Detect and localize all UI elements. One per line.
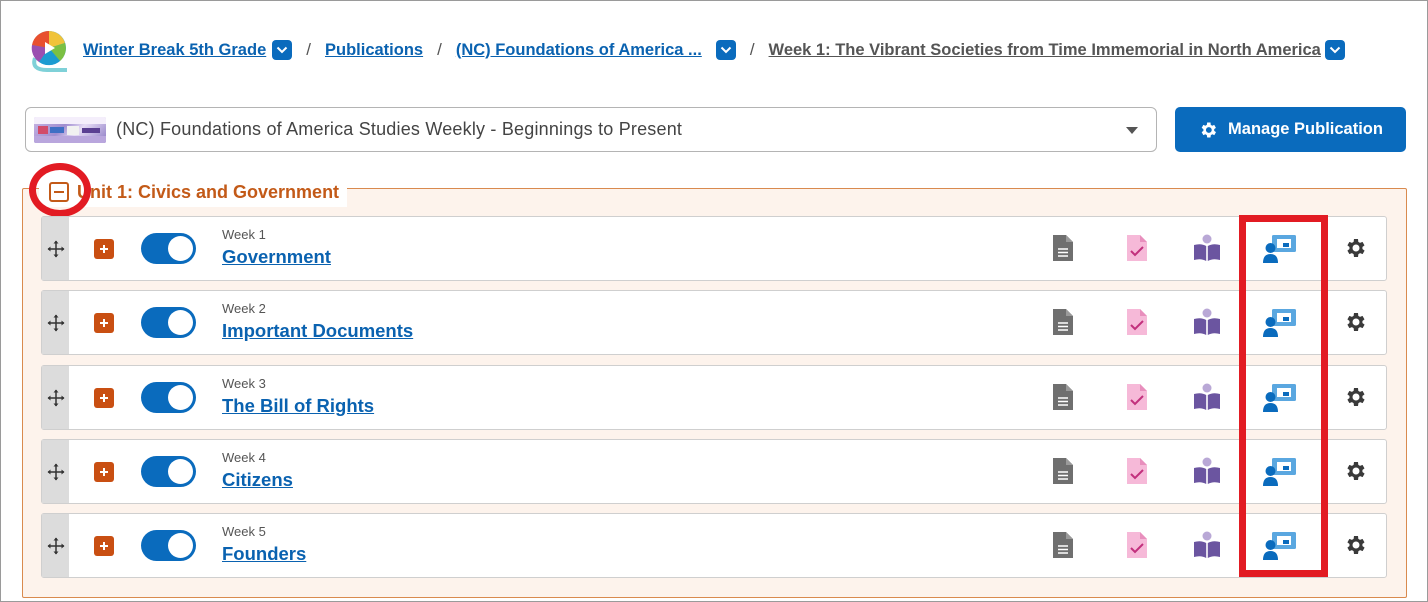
- chevron-down-icon: [1329, 46, 1341, 54]
- breadcrumb-separator: /: [437, 40, 442, 59]
- week-title-link[interactable]: The Bill of Rights: [222, 395, 374, 417]
- expand-week-button[interactable]: [94, 536, 114, 556]
- gear-icon[interactable]: [1343, 236, 1367, 265]
- week-dropdown-button[interactable]: [1324, 40, 1345, 60]
- week-row: Week 1 Government: [41, 216, 1387, 281]
- move-arrows-icon: [47, 240, 64, 257]
- move-arrows-icon: [47, 389, 64, 406]
- assessment-check-icon[interactable]: [1125, 307, 1149, 342]
- week-title-link[interactable]: Founders: [222, 543, 306, 565]
- drag-handle[interactable]: [42, 440, 69, 503]
- week-visibility-toggle[interactable]: [141, 530, 196, 561]
- assessment-check-icon[interactable]: [1125, 530, 1149, 565]
- document-icon[interactable]: [1051, 456, 1075, 491]
- week-number: Week 4: [222, 450, 266, 465]
- plus-icon: [100, 319, 108, 327]
- plus-icon: [100, 468, 108, 476]
- week-visibility-toggle[interactable]: [141, 233, 196, 264]
- publication-thumbnail: [34, 116, 106, 143]
- week-title-link[interactable]: Government: [222, 246, 331, 268]
- week-row: Week 4 Citizens: [41, 439, 1387, 504]
- drag-handle[interactable]: [42, 217, 69, 280]
- drag-handle[interactable]: [42, 514, 69, 577]
- reader-book-icon[interactable]: [1192, 382, 1222, 417]
- assessment-check-icon[interactable]: [1125, 456, 1149, 491]
- minus-icon: [54, 191, 64, 193]
- week-title-link[interactable]: Important Documents: [222, 320, 413, 342]
- breadcrumb-publication-link[interactable]: (NC) Foundations of America ...: [456, 41, 702, 60]
- expand-week-button[interactable]: [94, 462, 114, 482]
- week-visibility-toggle[interactable]: [141, 456, 196, 487]
- teacher-presentation-icon[interactable]: [1262, 529, 1298, 568]
- week-number: Week 2: [222, 301, 266, 316]
- publication-select[interactable]: (NC) Foundations of America Studies Week…: [25, 107, 1157, 152]
- teacher-presentation-icon[interactable]: [1262, 381, 1298, 420]
- manage-publication-label: Manage Publication: [1228, 120, 1383, 138]
- drag-handle[interactable]: [42, 291, 69, 354]
- breadcrumb-separator: /: [306, 40, 311, 59]
- assessment-check-icon[interactable]: [1125, 233, 1149, 268]
- week-row: Week 2 Important Documents: [41, 290, 1387, 355]
- chevron-down-icon: [720, 46, 732, 54]
- expand-week-button[interactable]: [94, 388, 114, 408]
- teacher-presentation-icon[interactable]: [1262, 232, 1298, 271]
- document-icon[interactable]: [1051, 233, 1075, 268]
- assessment-check-icon[interactable]: [1125, 382, 1149, 417]
- document-icon[interactable]: [1051, 382, 1075, 417]
- gear-icon[interactable]: [1343, 533, 1367, 562]
- studies-weekly-logo: [29, 28, 73, 72]
- teacher-presentation-icon[interactable]: [1262, 306, 1298, 345]
- breadcrumb-separator: /: [749, 40, 755, 59]
- reader-book-icon[interactable]: [1192, 456, 1222, 491]
- move-arrows-icon: [47, 463, 64, 480]
- document-icon[interactable]: [1051, 530, 1075, 565]
- week-row: Week 3 The Bill of Rights: [41, 365, 1387, 430]
- publication-select-value: (NC) Foundations of America Studies Week…: [116, 119, 683, 139]
- week-number: Week 5: [222, 524, 266, 539]
- chevron-down-icon: [277, 46, 288, 54]
- drag-handle[interactable]: [42, 366, 69, 429]
- plus-icon: [100, 542, 108, 550]
- reader-book-icon[interactable]: [1192, 233, 1222, 268]
- expand-week-button[interactable]: [94, 239, 114, 259]
- breadcrumb-week-link[interactable]: Week 1: The Vibrant Societies from Time …: [769, 41, 1321, 60]
- breadcrumb-publications-link[interactable]: Publications: [325, 41, 423, 60]
- unit-title: Unit 1: Civics and Government: [77, 181, 340, 202]
- breadcrumb-class-link[interactable]: Winter Break 5th Grade: [83, 41, 266, 60]
- week-visibility-toggle[interactable]: [141, 307, 196, 338]
- week-row: Week 5 Founders: [41, 513, 1387, 578]
- week-number: Week 3: [222, 376, 266, 391]
- expand-week-button[interactable]: [94, 313, 114, 333]
- move-arrows-icon: [47, 314, 64, 331]
- plus-icon: [100, 245, 108, 253]
- collapse-unit-button[interactable]: [49, 182, 69, 202]
- reader-book-icon[interactable]: [1192, 307, 1222, 342]
- plus-icon: [100, 394, 108, 402]
- caret-down-icon: [1126, 127, 1138, 134]
- reader-book-icon[interactable]: [1192, 530, 1222, 565]
- teacher-presentation-icon[interactable]: [1262, 455, 1298, 494]
- manage-publication-button[interactable]: Manage Publication: [1175, 107, 1406, 152]
- gear-icon[interactable]: [1343, 385, 1367, 414]
- gear-icon[interactable]: [1343, 459, 1367, 488]
- week-title-link[interactable]: Citizens: [222, 469, 293, 491]
- document-icon[interactable]: [1051, 307, 1075, 342]
- unit-header: Unit 1: Civics and Government: [39, 177, 348, 207]
- move-arrows-icon: [47, 537, 64, 554]
- class-dropdown-button[interactable]: [272, 40, 293, 60]
- gear-icon[interactable]: [1343, 310, 1367, 339]
- gear-icon: [1201, 122, 1217, 137]
- week-number: Week 1: [222, 227, 266, 242]
- week-visibility-toggle[interactable]: [141, 382, 196, 413]
- publication-dropdown-button[interactable]: [715, 40, 736, 60]
- breadcrumb: Winter Break 5th Grade / Publications / …: [29, 28, 1345, 72]
